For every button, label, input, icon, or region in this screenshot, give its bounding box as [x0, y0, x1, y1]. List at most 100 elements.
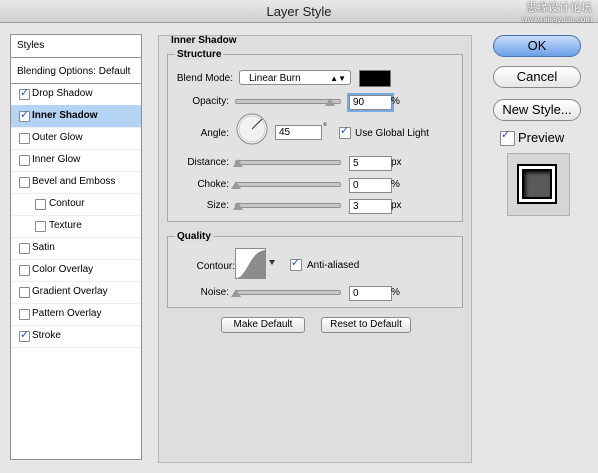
anti-aliased-checkbox[interactable] — [290, 256, 302, 271]
choke-field[interactable]: 0 — [349, 178, 392, 193]
choke-label: Choke: — [197, 179, 229, 190]
opacity-slider-thumb[interactable] — [324, 98, 335, 106]
angle-unit: ° — [323, 122, 327, 133]
styles-header-label: Styles — [17, 40, 45, 51]
inner-shadow-checkbox[interactable] — [19, 108, 30, 122]
distance-unit: px — [391, 157, 402, 168]
inner-glow-label: Inner Glow — [32, 154, 81, 165]
inner-shadow-panel: Inner Shadow Structure Blend Mode: Linea… — [158, 35, 472, 463]
cancel-button[interactable]: Cancel — [493, 66, 581, 88]
opacity-field[interactable]: 90 — [349, 95, 392, 110]
use-global-light-label: Use Global Light — [355, 128, 429, 139]
gradient-overlay-checkbox[interactable] — [19, 287, 30, 298]
make-default-button[interactable]: Make Default — [221, 317, 305, 333]
blending-options-item[interactable]: Blending Options: Default — [11, 61, 141, 84]
panel-title: Inner Shadow — [171, 35, 237, 46]
contour-checkbox[interactable] — [35, 199, 46, 210]
color-overlay-checkbox[interactable] — [19, 265, 30, 276]
stroke-label: Stroke — [32, 330, 61, 341]
size-label: Size: — [206, 200, 229, 211]
shadow-color-swatch[interactable] — [359, 70, 391, 87]
bevel-and-emboss-checkbox[interactable] — [19, 177, 30, 188]
choke-slider[interactable] — [235, 182, 341, 187]
satin-checkbox[interactable] — [19, 243, 30, 254]
quality-title: Quality — [175, 231, 213, 242]
pattern-overlay-label: Pattern Overlay — [32, 308, 102, 319]
use-global-light-checkbox[interactable] — [339, 124, 351, 139]
title-bar: Layer Style 思缘设计论坛 www.missyuan.com — [0, 0, 598, 25]
structure-title: Structure — [175, 49, 224, 60]
blend-mode-select[interactable]: Linear Burn ▲▼ — [239, 70, 351, 85]
distance-slider-thumb[interactable] — [233, 159, 244, 167]
ok-button[interactable]: OK — [493, 35, 581, 57]
style-item-gradient-overlay[interactable]: Gradient Overlay — [11, 281, 141, 304]
style-item-pattern-overlay[interactable]: Pattern Overlay — [11, 303, 141, 326]
distance-slider[interactable] — [235, 160, 341, 165]
preview-checkbox[interactable] — [500, 128, 515, 146]
gradient-overlay-label: Gradient Overlay — [32, 286, 108, 297]
angle-label: Angle: — [200, 128, 229, 139]
noise-slider-thumb[interactable] — [231, 289, 241, 297]
style-item-contour[interactable]: Contour — [11, 193, 141, 216]
reset-to-default-button[interactable]: Reset to Default — [321, 317, 411, 333]
style-item-bevel-and-emboss[interactable]: Bevel and Emboss — [11, 171, 141, 194]
distance-field[interactable]: 5 — [349, 156, 392, 171]
choke-slider-thumb[interactable] — [231, 181, 241, 189]
choke-unit: % — [391, 179, 400, 190]
style-item-inner-glow[interactable]: Inner Glow — [11, 149, 141, 172]
contour-label: Contour — [49, 198, 85, 209]
angle-dial[interactable] — [235, 112, 269, 146]
styles-list: Styles Blending Options: Default Drop Sh… — [10, 34, 142, 460]
blend-mode-value: Linear Burn — [249, 73, 301, 84]
satin-label: Satin — [32, 242, 55, 253]
noise-field[interactable]: 0 — [349, 286, 392, 301]
anti-aliased-label: Anti-aliased — [307, 260, 360, 271]
style-item-inner-shadow[interactable]: Inner Shadow — [11, 105, 141, 128]
new-style-button[interactable]: New Style... — [493, 99, 581, 121]
style-item-drop-shadow[interactable]: Drop Shadow — [11, 83, 141, 106]
preview-square — [522, 169, 552, 199]
blending-options-label: Blending Options: Default — [17, 66, 131, 77]
distance-label: Distance: — [187, 157, 229, 168]
blend-mode-label: Blend Mode: — [176, 73, 233, 84]
contour-picker[interactable] — [235, 248, 277, 280]
size-slider[interactable] — [235, 203, 341, 208]
noise-unit: % — [391, 287, 400, 298]
window-title: Layer Style — [266, 4, 332, 19]
opacity-unit: % — [391, 96, 400, 107]
size-field[interactable]: 3 — [349, 199, 392, 214]
style-item-stroke[interactable]: Stroke — [11, 325, 141, 348]
styles-header[interactable]: Styles — [11, 35, 141, 58]
color-overlay-label: Color Overlay — [32, 264, 94, 275]
contour-label: Contour: — [196, 261, 235, 272]
opacity-label: Opacity: — [192, 96, 229, 107]
preview-thumbnail — [507, 153, 570, 216]
updown-arrow-icon: ▲▼ — [330, 74, 346, 83]
bevel-and-emboss-label: Bevel and Emboss — [32, 176, 116, 187]
inner-glow-checkbox[interactable] — [19, 155, 30, 166]
contour-dropdown-icon — [269, 260, 275, 265]
outer-glow-checkbox[interactable] — [19, 133, 30, 144]
style-item-texture[interactable]: Texture — [11, 215, 141, 238]
texture-label: Texture — [49, 220, 82, 231]
drop-shadow-label: Drop Shadow — [32, 88, 93, 99]
drop-shadow-checkbox[interactable] — [19, 86, 30, 100]
pattern-overlay-checkbox[interactable] — [19, 309, 30, 320]
preview-label: Preview — [518, 130, 565, 145]
size-unit: px — [391, 200, 402, 211]
outer-glow-label: Outer Glow — [32, 132, 83, 143]
stroke-checkbox[interactable] — [19, 328, 30, 342]
inner-shadow-label: Inner Shadow — [32, 110, 98, 121]
watermark-line1: 思缘设计论坛 — [526, 2, 592, 14]
size-slider-thumb[interactable] — [232, 202, 243, 210]
noise-slider[interactable] — [235, 290, 341, 295]
style-item-outer-glow[interactable]: Outer Glow — [11, 127, 141, 150]
watermark: 思缘设计论坛 www.missyuan.com — [522, 3, 592, 25]
style-item-satin[interactable]: Satin — [11, 237, 141, 260]
texture-checkbox[interactable] — [35, 221, 46, 232]
watermark-line2: www.missyuan.com — [521, 15, 592, 24]
style-item-color-overlay[interactable]: Color Overlay — [11, 259, 141, 282]
angle-field[interactable]: 45 — [275, 125, 322, 140]
noise-label: Noise: — [200, 287, 229, 298]
preview-frame — [517, 164, 557, 204]
